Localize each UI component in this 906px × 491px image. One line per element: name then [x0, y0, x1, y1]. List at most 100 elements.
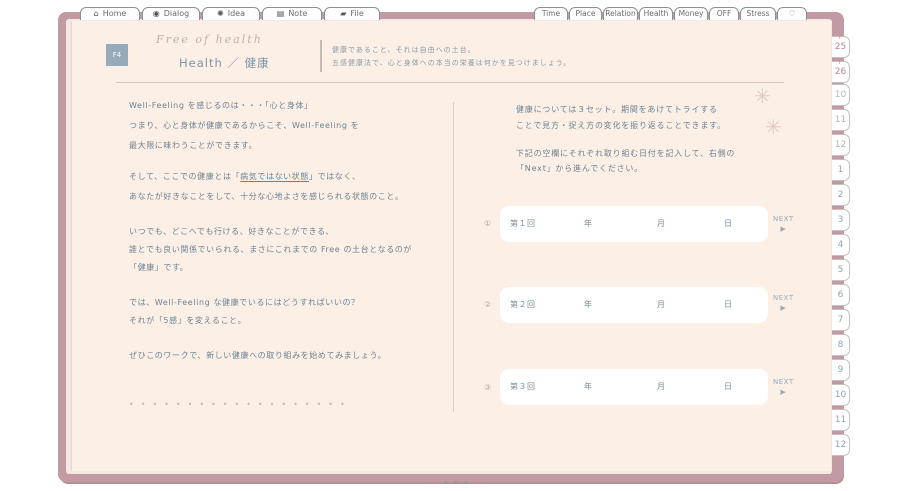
- closing-text: ぜひこのワークで、新しい健康への取り組みを始めてみましょう。: [129, 351, 387, 360]
- day-unit: 日: [724, 300, 733, 309]
- side-tab-label: 1: [837, 165, 844, 175]
- tab-note[interactable]: ▤ Note: [262, 7, 322, 20]
- tab-stress[interactable]: Stress: [740, 7, 776, 20]
- side-tab-month[interactable]: 8: [832, 334, 850, 356]
- instruction-text: 「Next」から進んでください。: [516, 164, 644, 173]
- tab-money-label: Money: [678, 9, 704, 18]
- tab-dialog[interactable]: ◉ Dialog: [142, 7, 200, 20]
- tab-money[interactable]: Money: [674, 7, 708, 20]
- year-marker: Y: [838, 60, 842, 66]
- heart-icon: ♡: [788, 9, 796, 18]
- next-button[interactable]: NEXT ▶: [773, 293, 794, 313]
- side-tab-label: 9: [837, 365, 844, 375]
- tab-dialog-label: Dialog: [163, 9, 190, 18]
- underlined-text: 病気ではない状態: [240, 172, 309, 181]
- tab-note-label: Note: [288, 9, 308, 18]
- date-entry-field[interactable]: 第２回 年 月 日: [500, 287, 768, 323]
- arrow-right-icon: ▶: [780, 225, 787, 233]
- next-button[interactable]: NEXT ▶: [773, 214, 794, 234]
- date-entry-field[interactable]: 第１回 年 月 日: [500, 206, 768, 242]
- five-senses-text: それが「5感」を変えること。: [129, 316, 247, 325]
- instruction-text: 健康については３セット。期間をあけてトライする: [516, 105, 718, 114]
- header-divider: [320, 40, 322, 72]
- script-title: Free of health: [156, 33, 263, 46]
- side-tab-month[interactable]: 7: [832, 309, 850, 331]
- tab-health-label: Health: [643, 9, 669, 18]
- tab-off[interactable]: OFF: [709, 7, 739, 20]
- side-tab-month[interactable]: 12: [832, 434, 850, 456]
- side-tab-label: 11: [834, 415, 847, 425]
- side-tab-label: 8: [837, 340, 844, 350]
- dialog-icon: ◉: [152, 9, 160, 18]
- tab-place[interactable]: Place: [569, 7, 602, 20]
- side-tab-label: 5: [837, 265, 844, 275]
- side-tab-month[interactable]: 12: [832, 134, 850, 156]
- side-tab-label: 12: [834, 140, 847, 150]
- header-description-line: 健康であること、それは自由への土台。: [332, 46, 476, 54]
- dotted-rule: •••••••••••••••••••: [129, 400, 352, 409]
- side-tab-month[interactable]: 9: [832, 359, 850, 381]
- side-tab-month[interactable]: 4: [832, 234, 850, 256]
- entry-label: 第１回: [510, 219, 536, 228]
- side-tab-label: 2: [837, 190, 844, 200]
- entry-number: ②: [484, 300, 492, 309]
- tab-home-label: Home: [102, 9, 127, 18]
- tab-relation[interactable]: Relation: [603, 7, 638, 20]
- side-tab-label: 10: [834, 90, 847, 100]
- folder-icon: ▰: [340, 9, 347, 18]
- tab-file-label: File: [350, 9, 364, 18]
- side-tab-month[interactable]: 11: [832, 409, 850, 431]
- bulb-icon: ✺: [217, 9, 224, 18]
- side-tab-year-26[interactable]: Y 26: [832, 60, 850, 83]
- instruction-text: ことで見方・捉え方の変化を振り返ることできます。: [516, 121, 726, 130]
- side-tab-label: 26: [834, 67, 847, 77]
- arrow-right-icon: ▶: [780, 388, 787, 396]
- side-tab-month[interactable]: 11: [832, 109, 850, 131]
- year-unit: 年: [584, 382, 593, 391]
- tab-idea[interactable]: ✺ Idea: [202, 7, 260, 20]
- arrow-right-icon: ▶: [780, 304, 787, 312]
- entry-number: ③: [484, 383, 492, 392]
- next-button[interactable]: NEXT ▶: [773, 377, 794, 397]
- date-entry-field[interactable]: 第３回 年 月 日: [500, 369, 768, 405]
- side-tab-label: 12: [834, 440, 847, 450]
- health-definition-text: あなたが好きなことをして、十分な心地よさを感じられる状態のこと。: [129, 192, 404, 201]
- intro-text: 最大限に味わうことができます。: [129, 141, 258, 150]
- entry-label: 第３回: [510, 382, 536, 391]
- side-tab-month[interactable]: 10: [832, 84, 850, 106]
- header-description-line: 五感健康法で、心と身体への本当の栄養は何かを見つけましょう。: [332, 59, 572, 67]
- side-tab-label: 7: [837, 315, 844, 325]
- side-tab-month[interactable]: 2: [832, 184, 850, 206]
- side-tab-year-25[interactable]: Y 25: [832, 35, 850, 58]
- year-unit: 年: [584, 219, 593, 228]
- tab-health[interactable]: Health: [639, 7, 673, 20]
- entry-number: ①: [484, 219, 492, 228]
- column-divider: [453, 102, 454, 412]
- side-tab-month[interactable]: 10: [832, 384, 850, 406]
- more-icon[interactable]: • • •: [443, 479, 470, 489]
- side-tab-month[interactable]: 1: [832, 159, 850, 181]
- tab-place-label: Place: [575, 9, 596, 18]
- tab-time[interactable]: Time: [534, 7, 568, 20]
- text-fragment: そして、ここでの健康とは「: [129, 172, 241, 181]
- side-tab-label: 25: [834, 42, 847, 52]
- side-tab-month[interactable]: 3: [832, 209, 850, 231]
- side-tab-label: 10: [834, 390, 847, 400]
- year-unit: 年: [584, 300, 593, 309]
- tab-heart[interactable]: ♡: [777, 7, 807, 20]
- tab-off-label: OFF: [716, 9, 732, 18]
- intro-text: つまり、心と身体が健康であるからこそ、Well-Feeling を: [129, 121, 360, 130]
- intro-text: Well-Feeling を感じるのは・・・「心と身体」: [129, 101, 313, 110]
- tab-file[interactable]: ▰ File: [324, 7, 380, 20]
- tab-relation-label: Relation: [605, 9, 636, 18]
- tab-home[interactable]: ⌂ Home: [80, 7, 140, 20]
- side-tab-month[interactable]: 6: [832, 284, 850, 306]
- entry-label: 第２回: [510, 300, 536, 309]
- next-label: NEXT: [773, 215, 794, 223]
- health-definition-text: そして、ここでの健康とは「病気ではない状態」ではなく、: [129, 166, 361, 188]
- header-rule: [116, 82, 784, 83]
- free-foundation-text: 「健康」です。: [129, 263, 189, 272]
- side-tab-month[interactable]: 5: [832, 259, 850, 281]
- home-icon: ⌂: [93, 9, 99, 18]
- note-icon: ▤: [276, 9, 285, 18]
